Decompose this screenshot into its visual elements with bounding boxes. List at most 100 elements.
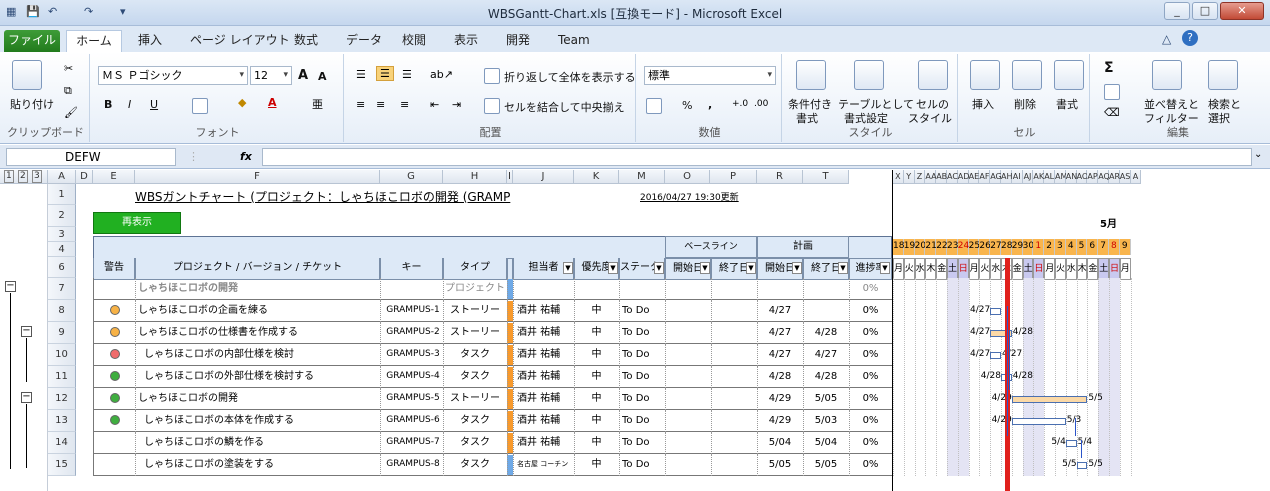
column-header[interactable]: F xyxy=(135,170,380,184)
row-header[interactable]: 11 xyxy=(48,366,76,388)
column-header[interactable]: T xyxy=(803,170,849,184)
tab-formulas[interactable]: 数式 xyxy=(284,30,328,52)
filter-dropdown[interactable]: ▼ xyxy=(746,262,756,274)
insert-cells-button[interactable]: 挿入 xyxy=(972,96,994,112)
align-middle-icon[interactable]: ☰ xyxy=(376,66,394,81)
tab-insert[interactable]: 挿入 xyxy=(128,30,172,52)
comma-button[interactable]: , xyxy=(708,98,712,111)
outline-level-1[interactable]: 1 xyxy=(4,170,14,183)
increase-indent-icon[interactable]: ⇥ xyxy=(452,98,461,111)
filter-dropdown[interactable]: ▼ xyxy=(880,262,890,274)
gantt-bar[interactable] xyxy=(1065,440,1077,447)
task-name[interactable]: しゃちほこロボの企画を練る xyxy=(138,300,373,321)
column-header[interactable]: AO xyxy=(1076,170,1088,184)
font-name-select[interactable]: ＭＳ Ｐゴシック xyxy=(98,66,248,85)
font-color-icon[interactable]: A xyxy=(268,96,277,109)
align-bottom-icon[interactable]: ☰ xyxy=(402,68,412,81)
insert-cells-icon[interactable] xyxy=(970,60,1000,90)
column-header[interactable]: AF xyxy=(979,170,991,184)
column-header[interactable]: AI xyxy=(1011,170,1023,184)
tab-page-layout[interactable]: ページ レイアウト xyxy=(180,30,300,52)
task-key[interactable]: GRAMPUS-6 xyxy=(383,410,443,431)
column-header[interactable]: AB xyxy=(936,170,947,184)
task-key[interactable]: GRAMPUS-2 xyxy=(383,322,443,343)
column-header[interactable]: A xyxy=(48,170,76,184)
column-header[interactable]: J xyxy=(513,170,574,184)
row-header[interactable]: 15 xyxy=(48,454,76,476)
format-cells-icon[interactable] xyxy=(1054,60,1084,90)
fill-color-icon[interactable]: ◆ xyxy=(238,96,246,109)
percent-button[interactable]: % xyxy=(682,99,692,112)
format-painter-icon[interactable]: 🖌 xyxy=(64,106,78,119)
fill-icon[interactable] xyxy=(1104,84,1120,100)
underline-button[interactable]: U xyxy=(150,98,158,111)
column-header[interactable]: K xyxy=(574,170,619,184)
filter-dropdown[interactable]: ▼ xyxy=(792,262,802,274)
row-header[interactable]: 8 xyxy=(48,300,76,322)
clear-icon[interactable]: ⌫ xyxy=(1104,106,1120,119)
task-name[interactable]: しゃちほこロボの外部仕様を検討する xyxy=(144,366,379,387)
task-name[interactable]: しゃちほこロボの内部仕様を検討 xyxy=(144,344,379,365)
font-size-select[interactable]: 12 xyxy=(250,66,292,85)
gantt-bar[interactable] xyxy=(1076,462,1088,469)
column-header[interactable]: R xyxy=(757,170,803,184)
column-header[interactable]: X xyxy=(893,170,904,184)
task-name[interactable]: しゃちほこロボの開発 xyxy=(138,388,373,409)
column-header[interactable]: P xyxy=(710,170,757,184)
column-header[interactable]: AL xyxy=(1044,170,1055,184)
outline-level-3[interactable]: 3 xyxy=(32,170,42,183)
decrease-indent-icon[interactable]: ⇤ xyxy=(430,98,439,111)
find-select-icon[interactable] xyxy=(1208,60,1238,90)
tab-data[interactable]: データ xyxy=(336,30,392,52)
redisplay-button[interactable]: 再表示 xyxy=(93,212,181,234)
column-header[interactable]: E xyxy=(93,170,135,184)
align-center-icon[interactable]: ≡ xyxy=(376,98,385,111)
help-icon[interactable]: ? xyxy=(1182,30,1198,46)
align-left-icon[interactable]: ≡ xyxy=(356,98,365,111)
filter-dropdown[interactable]: ▼ xyxy=(838,262,848,274)
task-name[interactable]: しゃちほこロボの仕様書を作成する xyxy=(138,322,373,343)
column-header[interactable]: AA xyxy=(925,170,937,184)
column-header[interactable]: M xyxy=(619,170,665,184)
row-header[interactable]: 9 xyxy=(48,322,76,344)
expand-formula-bar-icon[interactable]: ⌄ xyxy=(1254,149,1262,160)
delete-cells-button[interactable]: 削除 xyxy=(1014,96,1036,112)
minimize-ribbon-icon[interactable]: △ xyxy=(1162,32,1171,46)
task-key[interactable]: GRAMPUS-3 xyxy=(383,344,443,365)
paste-icon[interactable] xyxy=(12,60,42,90)
task-name[interactable]: しゃちほこロボの開発 xyxy=(138,278,373,299)
filter-dropdown[interactable]: ▼ xyxy=(654,262,664,274)
row-header[interactable]: 14 xyxy=(48,432,76,454)
task-key[interactable]: GRAMPUS-5 xyxy=(383,388,443,409)
row-header[interactable]: 2 xyxy=(48,205,76,227)
cut-icon[interactable]: ✂ xyxy=(64,62,73,75)
row-header[interactable]: 13 xyxy=(48,410,76,432)
maximize-button[interactable]: □ xyxy=(1192,2,1218,20)
paste-button[interactable]: 貼り付け xyxy=(10,96,54,112)
row-header[interactable]: 12 xyxy=(48,388,76,410)
shrink-font-button[interactable]: A xyxy=(318,70,327,83)
minimize-button[interactable]: _ xyxy=(1164,2,1190,20)
column-header[interactable]: AM xyxy=(1055,170,1067,184)
column-header[interactable]: AH xyxy=(1001,170,1013,184)
row-header[interactable]: 3 xyxy=(48,227,76,242)
column-header[interactable]: O xyxy=(665,170,710,184)
phonetic-icon[interactable]: 亜 xyxy=(312,96,323,112)
number-format-select[interactable]: 標準 xyxy=(644,66,776,85)
column-header[interactable]: AP xyxy=(1087,170,1099,184)
format-cells-button[interactable]: 書式 xyxy=(1056,96,1078,112)
conditional-format-icon[interactable] xyxy=(796,60,826,90)
copy-icon[interactable]: ⧉ xyxy=(64,84,72,98)
column-header[interactable]: D xyxy=(76,170,93,184)
filter-dropdown[interactable]: ▼ xyxy=(563,262,573,274)
collapse-button[interactable]: − xyxy=(21,392,32,403)
formula-input[interactable] xyxy=(262,148,1252,166)
tab-review[interactable]: 校閲 xyxy=(392,30,436,52)
column-header[interactable]: G xyxy=(380,170,443,184)
autosum-button[interactable]: Σ xyxy=(1104,60,1114,76)
tab-team[interactable]: Team xyxy=(548,30,600,52)
format-table-icon[interactable] xyxy=(854,60,884,90)
align-top-icon[interactable]: ☰ xyxy=(356,68,366,81)
tab-view[interactable]: 表示 xyxy=(444,30,488,52)
row-header[interactable]: 6 xyxy=(48,257,76,278)
